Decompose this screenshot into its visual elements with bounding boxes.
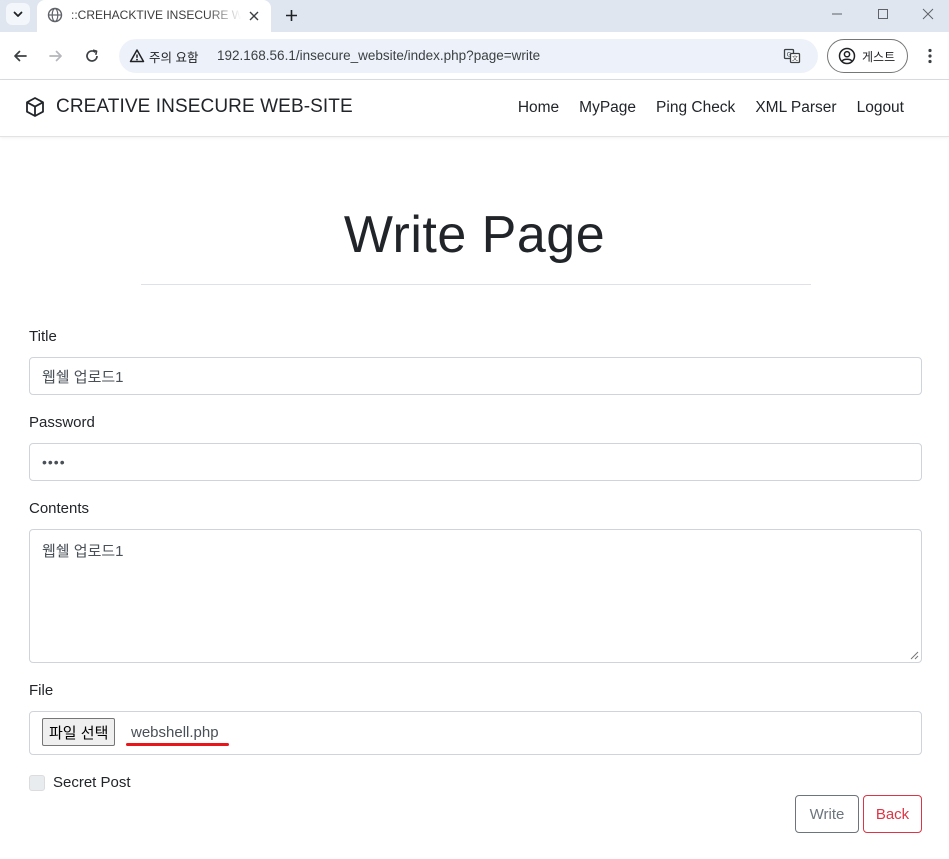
file-input[interactable]: 파일 선택 webshell.php xyxy=(29,711,922,755)
resize-grip-icon[interactable] xyxy=(910,651,919,660)
active-tab[interactable]: ::CREHACKTIVE INSECURE WEB-SITE:: xyxy=(37,0,271,32)
tab-title: ::CREHACKTIVE INSECURE WEB-SITE:: xyxy=(71,8,241,22)
profile-label: 게스트 xyxy=(862,49,896,64)
forward-arrow-icon[interactable] xyxy=(44,44,68,68)
profile-chip[interactable]: 게스트 xyxy=(827,39,908,73)
title-input[interactable]: 웹쉘 업로드1 xyxy=(29,357,922,395)
profile-icon xyxy=(838,47,856,65)
plus-icon[interactable] xyxy=(280,4,302,26)
back-button[interactable]: Back xyxy=(863,795,922,833)
brand[interactable]: CREATIVE INSECURE WEB-SITE xyxy=(24,96,353,118)
nav-link-home[interactable]: Home xyxy=(518,99,559,117)
write-button[interactable]: Write xyxy=(795,795,859,833)
site-navbar: CREATIVE INSECURE WEB-SITE Home MyPage P… xyxy=(0,80,949,137)
secret-post-checkbox[interactable] xyxy=(29,775,45,791)
tab-search-icon[interactable] xyxy=(6,3,30,25)
nav-link-mypage[interactable]: MyPage xyxy=(579,99,636,117)
nav-links: Home MyPage Ping Check XML Parser Logout xyxy=(518,99,904,117)
nav-link-logout[interactable]: Logout xyxy=(857,99,904,117)
password-label: Password xyxy=(29,414,95,431)
heading-divider xyxy=(141,284,811,285)
back-arrow-icon[interactable] xyxy=(8,44,32,68)
contents-textarea-value: 웹쉘 업로드1 xyxy=(42,543,124,560)
maximize-icon[interactable] xyxy=(872,4,894,24)
translate-icon[interactable]: G 文 xyxy=(783,47,801,65)
cube-logo-icon xyxy=(26,97,44,117)
svg-text:文: 文 xyxy=(792,55,798,63)
password-input-value: •••• xyxy=(42,454,66,470)
window-close-icon[interactable] xyxy=(917,4,939,24)
secret-post-label[interactable]: Secret Post xyxy=(53,774,131,791)
address-bar[interactable]: 주의 요함 192.168.56.1/insecure_website/inde… xyxy=(119,39,818,73)
security-label: 주의 요함 xyxy=(149,50,199,65)
browser-toolbar: 주의 요함 192.168.56.1/insecure_website/inde… xyxy=(0,32,949,80)
title-label: Title xyxy=(29,328,57,345)
nav-link-ping-check[interactable]: Ping Check xyxy=(656,99,735,117)
contents-textarea[interactable]: 웹쉘 업로드1 xyxy=(29,529,922,663)
file-label: File xyxy=(29,682,54,699)
contents-label: Contents xyxy=(29,500,90,517)
nav-link-xml-parser[interactable]: XML Parser xyxy=(755,99,836,117)
selected-file-name: webshell.php xyxy=(131,724,219,741)
page-title: Write Page xyxy=(343,206,606,264)
tab-strip: ::CREHACKTIVE INSECURE WEB-SITE:: xyxy=(0,0,949,32)
security-chip[interactable]: 주의 요함 xyxy=(123,43,206,69)
password-input[interactable]: •••• xyxy=(29,443,922,481)
globe-favicon-icon xyxy=(47,7,63,23)
warning-icon xyxy=(129,49,145,63)
url-text[interactable]: 192.168.56.1/insecure_website/index.php?… xyxy=(217,48,540,63)
svg-text:G: G xyxy=(787,52,792,59)
annotation-underline xyxy=(126,743,229,746)
brand-text: CREATIVE INSECURE WEB-SITE xyxy=(56,96,353,117)
title-input-value: 웹쉘 업로드1 xyxy=(42,368,124,386)
choose-file-button[interactable]: 파일 선택 xyxy=(42,718,116,746)
close-icon[interactable] xyxy=(245,7,263,25)
kebab-menu-icon[interactable] xyxy=(920,44,940,68)
minimize-icon[interactable] xyxy=(826,4,848,24)
reload-icon[interactable] xyxy=(80,44,104,68)
